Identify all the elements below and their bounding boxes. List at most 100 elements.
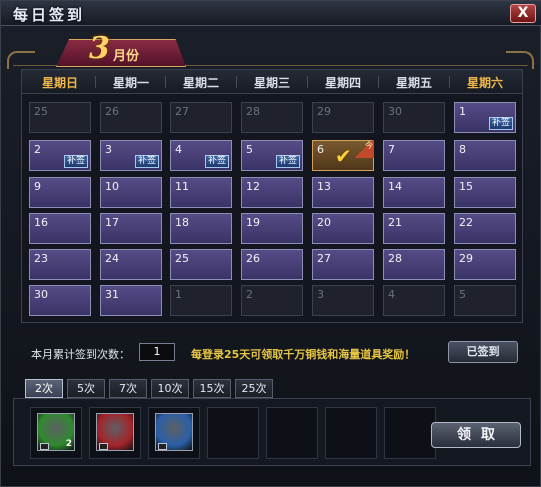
calendar-day[interactable]: 31 [100,285,162,316]
checkmark-icon: ✔ [335,144,352,168]
calendar-day[interactable]: 29 [312,102,374,133]
calendar-day[interactable]: 26 [241,249,303,280]
day-number: 29 [317,105,331,118]
calendar-day[interactable]: 30 [383,102,445,133]
green-crystal-icon[interactable]: 2 [37,413,75,451]
calendar-day[interactable]: 4 补签 [170,140,232,171]
calendar-day[interactable]: 11 [170,177,232,208]
calendar-day[interactable]: 26 [100,102,162,133]
calendar-day[interactable]: 14 [383,177,445,208]
blue-potion-icon[interactable] [155,413,193,451]
calendar-day[interactable]: 23 [29,249,91,280]
weekday-separator [95,76,96,88]
weekday-header: 星期日 星期一 星期二 星期三 星期四 星期五 星期六 [22,70,522,94]
tab-15次[interactable]: 15次 [193,379,231,398]
tab-7次[interactable]: 7次 [109,379,147,398]
day-number: 2 [34,143,41,156]
weekday-label: 星期日 [41,76,78,90]
calendar-grid: 星期日 星期一 星期二 星期三 星期四 星期五 星期六 25 26 27 28 29 30 1 补签 2 补签… [21,69,523,323]
title-bar[interactable]: 每日签到 X [1,1,541,26]
day-number: 25 [34,105,48,118]
tab-25次[interactable]: 25次 [235,379,273,398]
day-number: 4 [175,143,182,156]
signed-button[interactable]: 已签到 [448,341,518,363]
reward-slot [207,407,259,459]
calendar-day[interactable]: 18 [170,213,232,244]
day-number: 11 [175,180,189,193]
day-number: 3 [105,143,112,156]
makeup-sign-button[interactable]: 补签 [204,155,229,168]
calendar-day[interactable]: 15 [454,177,516,208]
calendar-day[interactable]: 1 补签 [454,102,516,133]
weekday-label: 星期二 [182,76,219,90]
calendar-day-today[interactable]: 6 ✔ 今 [312,140,374,171]
calendar-day[interactable]: 19 [241,213,303,244]
day-number: 22 [459,216,473,229]
day-number: 5 [246,143,253,156]
day-number: 2 [246,288,253,301]
day-number: 10 [105,180,119,193]
day-number: 21 [388,216,402,229]
calendar-day[interactable]: 28 [383,249,445,280]
calendar-day[interactable]: 9 [29,177,91,208]
calendar-day[interactable]: 27 [170,102,232,133]
day-number: 19 [246,216,260,229]
day-number: 18 [175,216,189,229]
red-gem-icon[interactable] [96,413,134,451]
calendar-day[interactable]: 5 补签 [241,140,303,171]
tab-10次[interactable]: 10次 [151,379,189,398]
calendar-day[interactable]: 20 [312,213,374,244]
calendar-day[interactable]: 25 [29,102,91,133]
calendar-day[interactable]: 12 [241,177,303,208]
reward-hint: 每登录25天可领取千万铜钱和海量道具奖励！ [191,348,416,361]
calendar-day[interactable]: 30 [29,285,91,316]
bound-item-icon [158,443,167,450]
weekday-label: 星期六 [466,76,503,90]
makeup-sign-button[interactable]: 补签 [134,155,159,168]
month-number: 3 [89,31,110,66]
calendar-day[interactable]: 16 [29,213,91,244]
day-number: 9 [34,180,41,193]
sign-count-value: 1 [139,343,175,361]
window-title: 每日签到 [13,6,86,24]
makeup-sign-button[interactable]: 补签 [275,155,300,168]
day-number: 17 [105,216,119,229]
day-number: 31 [105,288,119,301]
calendar-day[interactable]: 24 [100,249,162,280]
makeup-sign-button[interactable]: 补签 [63,155,88,168]
calendar-day[interactable]: 7 [383,140,445,171]
weekday-separator [449,76,450,88]
today-tag-label: 今 [365,141,373,150]
calendar-day[interactable]: 13 [312,177,374,208]
tab-2次[interactable]: 2次 [25,379,63,398]
claim-button[interactable]: 领取 [431,422,521,448]
makeup-sign-button[interactable]: 补签 [488,117,513,130]
calendar-day[interactable]: 27 [312,249,374,280]
calendar-day[interactable]: 2 [241,285,303,316]
day-number: 20 [317,216,331,229]
calendar-day[interactable]: 28 [241,102,303,133]
weekday-separator [378,76,379,88]
calendar-day[interactable]: 5 [454,285,516,316]
day-number: 14 [388,180,402,193]
close-button[interactable]: X [510,4,536,23]
calendar-day[interactable]: 22 [454,213,516,244]
calendar-day[interactable]: 2 补签 [29,140,91,171]
day-number: 29 [459,252,473,265]
weekday-separator [236,76,237,88]
calendar-day[interactable]: 3 补签 [100,140,162,171]
day-number: 28 [246,105,260,118]
calendar-day[interactable]: 29 [454,249,516,280]
calendar-day[interactable]: 17 [100,213,162,244]
day-number: 3 [317,288,324,301]
calendar-day[interactable]: 4 [383,285,445,316]
today-ribbon: 今 [354,140,374,158]
calendar-day[interactable]: 25 [170,249,232,280]
day-number: 1 [459,105,466,118]
calendar-day[interactable]: 21 [383,213,445,244]
calendar-day[interactable]: 8 [454,140,516,171]
calendar-day[interactable]: 3 [312,285,374,316]
tab-5次[interactable]: 5次 [67,379,105,398]
calendar-day[interactable]: 1 [170,285,232,316]
calendar-day[interactable]: 10 [100,177,162,208]
